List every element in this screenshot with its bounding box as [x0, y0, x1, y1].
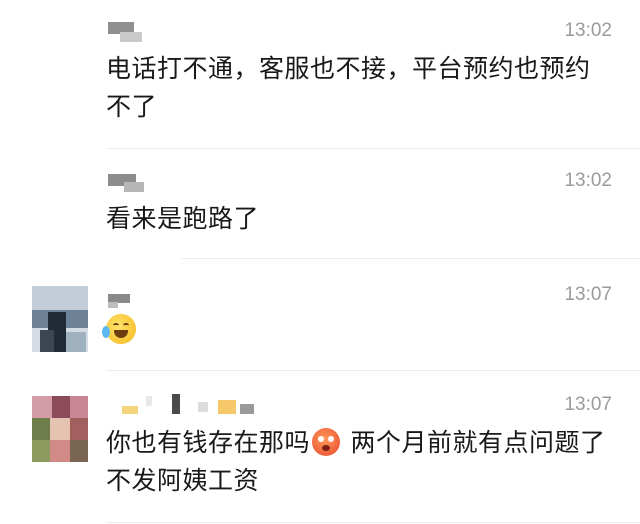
chat-message[interactable]: 13:02 电话打不通，客服也不接，平台预约也预约不了: [0, 0, 640, 150]
anguished-face-emoji: [312, 428, 341, 456]
divider: [106, 370, 640, 371]
message-text: 看来是跑路了: [106, 204, 260, 233]
sender-name-redacted: [108, 22, 144, 42]
sender-name-redacted: [108, 174, 148, 194]
avatar[interactable]: [32, 396, 88, 462]
message-text: 电话打不通，客服也不接，平台预约也预约不了: [106, 54, 591, 121]
message-text: 你也有钱存在那吗 两个月前就有点问题了 不发阿姨工资: [106, 424, 610, 500]
sender-name-redacted: [108, 394, 268, 414]
message-timestamp: 13:07: [564, 284, 612, 305]
divider: [106, 148, 640, 149]
face-with-tears-of-joy-emoji: [102, 314, 136, 344]
message-timestamp: 13:02: [564, 20, 612, 41]
divider: [182, 258, 640, 259]
message-timestamp: 13:02: [564, 170, 612, 191]
chat-message[interactable]: 13:07 你也有钱存在那吗 两个月前就有点问题了 不发阿姨工资: [0, 372, 640, 524]
sender-name-redacted: [108, 294, 132, 314]
message-timestamp: 13:07: [564, 394, 612, 415]
avatar[interactable]: [32, 286, 88, 352]
chat-message[interactable]: 13:07: [0, 260, 640, 372]
divider: [106, 522, 640, 523]
message-text-part: 你也有钱存在那吗: [106, 428, 311, 457]
chat-message[interactable]: 13:02 看来是跑路了: [0, 150, 640, 260]
